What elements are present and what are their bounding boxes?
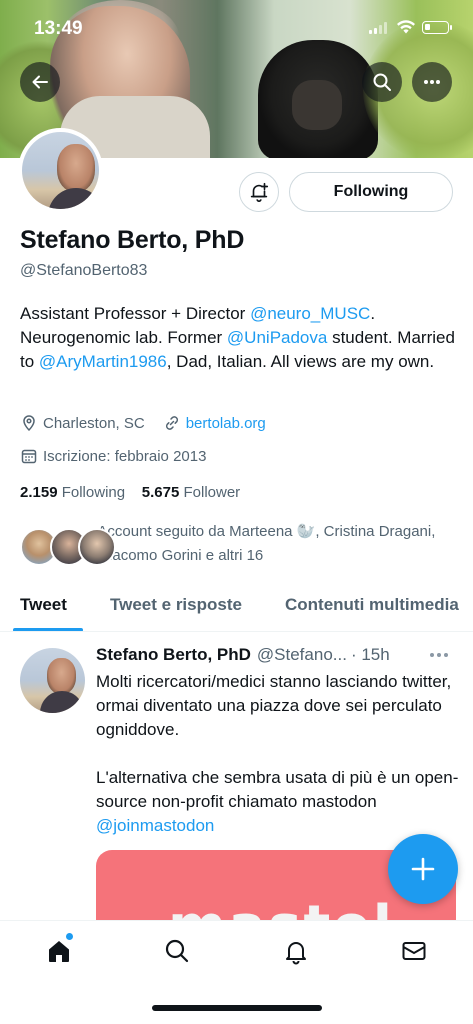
profile-bio: Assistant Professor + Director @neuro_MU… <box>20 302 460 374</box>
location-text: Charleston, SC <box>43 414 145 432</box>
nav-messages[interactable] <box>398 935 430 967</box>
home-notification-dot <box>66 933 73 940</box>
tweet-media-text: mastol <box>168 894 394 920</box>
tab-tweet-e-risposte[interactable]: Tweet e risposte <box>110 595 242 615</box>
profile-joined: Iscrizione: febbraio 2013 <box>20 447 206 465</box>
tweet-more-icon[interactable] <box>430 650 452 660</box>
joined-text: Iscrizione: febbraio 2013 <box>43 447 207 465</box>
followed-by-row[interactable]: Account seguito da Marteena 🦭, Cristina … <box>20 520 460 572</box>
profile-tabs: Tweet Tweet e risposte Contenuti multime… <box>0 584 473 632</box>
tweet-author-avatar[interactable] <box>20 648 85 713</box>
status-bar: 13:49 <box>0 0 473 52</box>
bio-text: Assistant Professor + Director <box>20 304 251 323</box>
search-icon <box>165 939 189 963</box>
following-button[interactable]: Following <box>289 172 453 212</box>
arrow-left-icon <box>32 75 48 89</box>
profile-location: Charleston, SC <box>20 414 145 432</box>
search-button[interactable] <box>362 62 402 102</box>
cellular-signal-icon <box>369 22 387 34</box>
website-link[interactable]: bertolab.org <box>186 415 266 432</box>
follow-counts: 2.159 Following 5.675 Follower <box>20 484 240 501</box>
avatar-body <box>48 188 99 209</box>
bell-plus-icon <box>250 182 269 202</box>
avatar-face <box>57 144 95 192</box>
tweet-body-text: Molti ricercatori/medici stanno lasciand… <box>96 672 459 811</box>
wifi-icon <box>397 20 415 34</box>
back-button[interactable] <box>20 62 60 102</box>
tweet-timestamp[interactable]: · 15h <box>351 645 390 665</box>
profile-avatar[interactable] <box>18 128 103 213</box>
nav-search[interactable] <box>161 935 193 967</box>
followers-count-link[interactable]: 5.675 Follower <box>142 484 240 501</box>
plus-icon <box>411 857 435 881</box>
tweet-author-handle[interactable]: @Stefano... <box>257 645 347 665</box>
banner-chimpanzee-face <box>292 80 342 130</box>
following-count: 2.159 <box>20 484 58 501</box>
mail-icon <box>402 942 426 960</box>
tweet-author-name[interactable]: Stefano Berto, PhD <box>96 645 251 665</box>
home-indicator[interactable] <box>152 1005 322 1011</box>
link-icon <box>165 416 178 430</box>
followed-by-avatars <box>20 528 116 572</box>
tweet-mention-link[interactable]: @joinmastodon <box>96 816 214 835</box>
avatar-body <box>40 691 84 713</box>
avatar <box>78 528 116 566</box>
followed-by-text: Account seguito da Marteena 🦭, Cristina … <box>97 523 436 564</box>
profile-website[interactable]: bertolab.org <box>163 414 266 432</box>
search-icon <box>373 73 391 91</box>
location-pin-icon <box>23 415 35 432</box>
active-tab-indicator <box>13 628 83 631</box>
home-icon <box>49 941 69 962</box>
nav-notifications[interactable] <box>280 935 312 967</box>
bio-mention-link[interactable]: @UniPadova <box>227 328 327 347</box>
status-time: 13:49 <box>34 18 83 39</box>
profile-name: Stefano Berto, PhD <box>20 226 245 254</box>
battery-icon <box>422 21 452 34</box>
bio-mention-link[interactable]: @neuro_MUSC <box>250 304 370 323</box>
following-label: Following <box>61 484 126 501</box>
notifications-toggle-button[interactable] <box>239 172 279 212</box>
calendar-icon <box>21 449 37 464</box>
followers-count: 5.675 <box>141 484 180 501</box>
tweet-text: Molti ricercatori/medici stanno lasciand… <box>96 670 461 838</box>
tab-contenuti-multimedia[interactable]: Contenuti multimedia <box>285 595 459 615</box>
tab-tweet[interactable]: Tweet <box>20 595 67 615</box>
avatar-face <box>47 658 76 694</box>
followers-label: Follower <box>183 484 241 501</box>
more-horizontal-icon <box>424 80 440 84</box>
profile-handle: @StefanoBerto83 <box>20 262 148 279</box>
profile-meta-row: Charleston, SC bertolab.org <box>20 414 284 432</box>
tweet-header: Stefano Berto, PhD @Stefano... · 15h <box>96 645 456 665</box>
more-options-button[interactable] <box>412 62 452 102</box>
compose-tweet-button[interactable] <box>388 834 458 904</box>
bio-text: , Dad, Italian. All views are my own. <box>166 352 435 371</box>
following-count-link[interactable]: 2.159 Following <box>20 484 125 501</box>
bio-mention-link[interactable]: @AryMartin1986 <box>39 352 167 371</box>
bell-icon <box>286 942 306 965</box>
